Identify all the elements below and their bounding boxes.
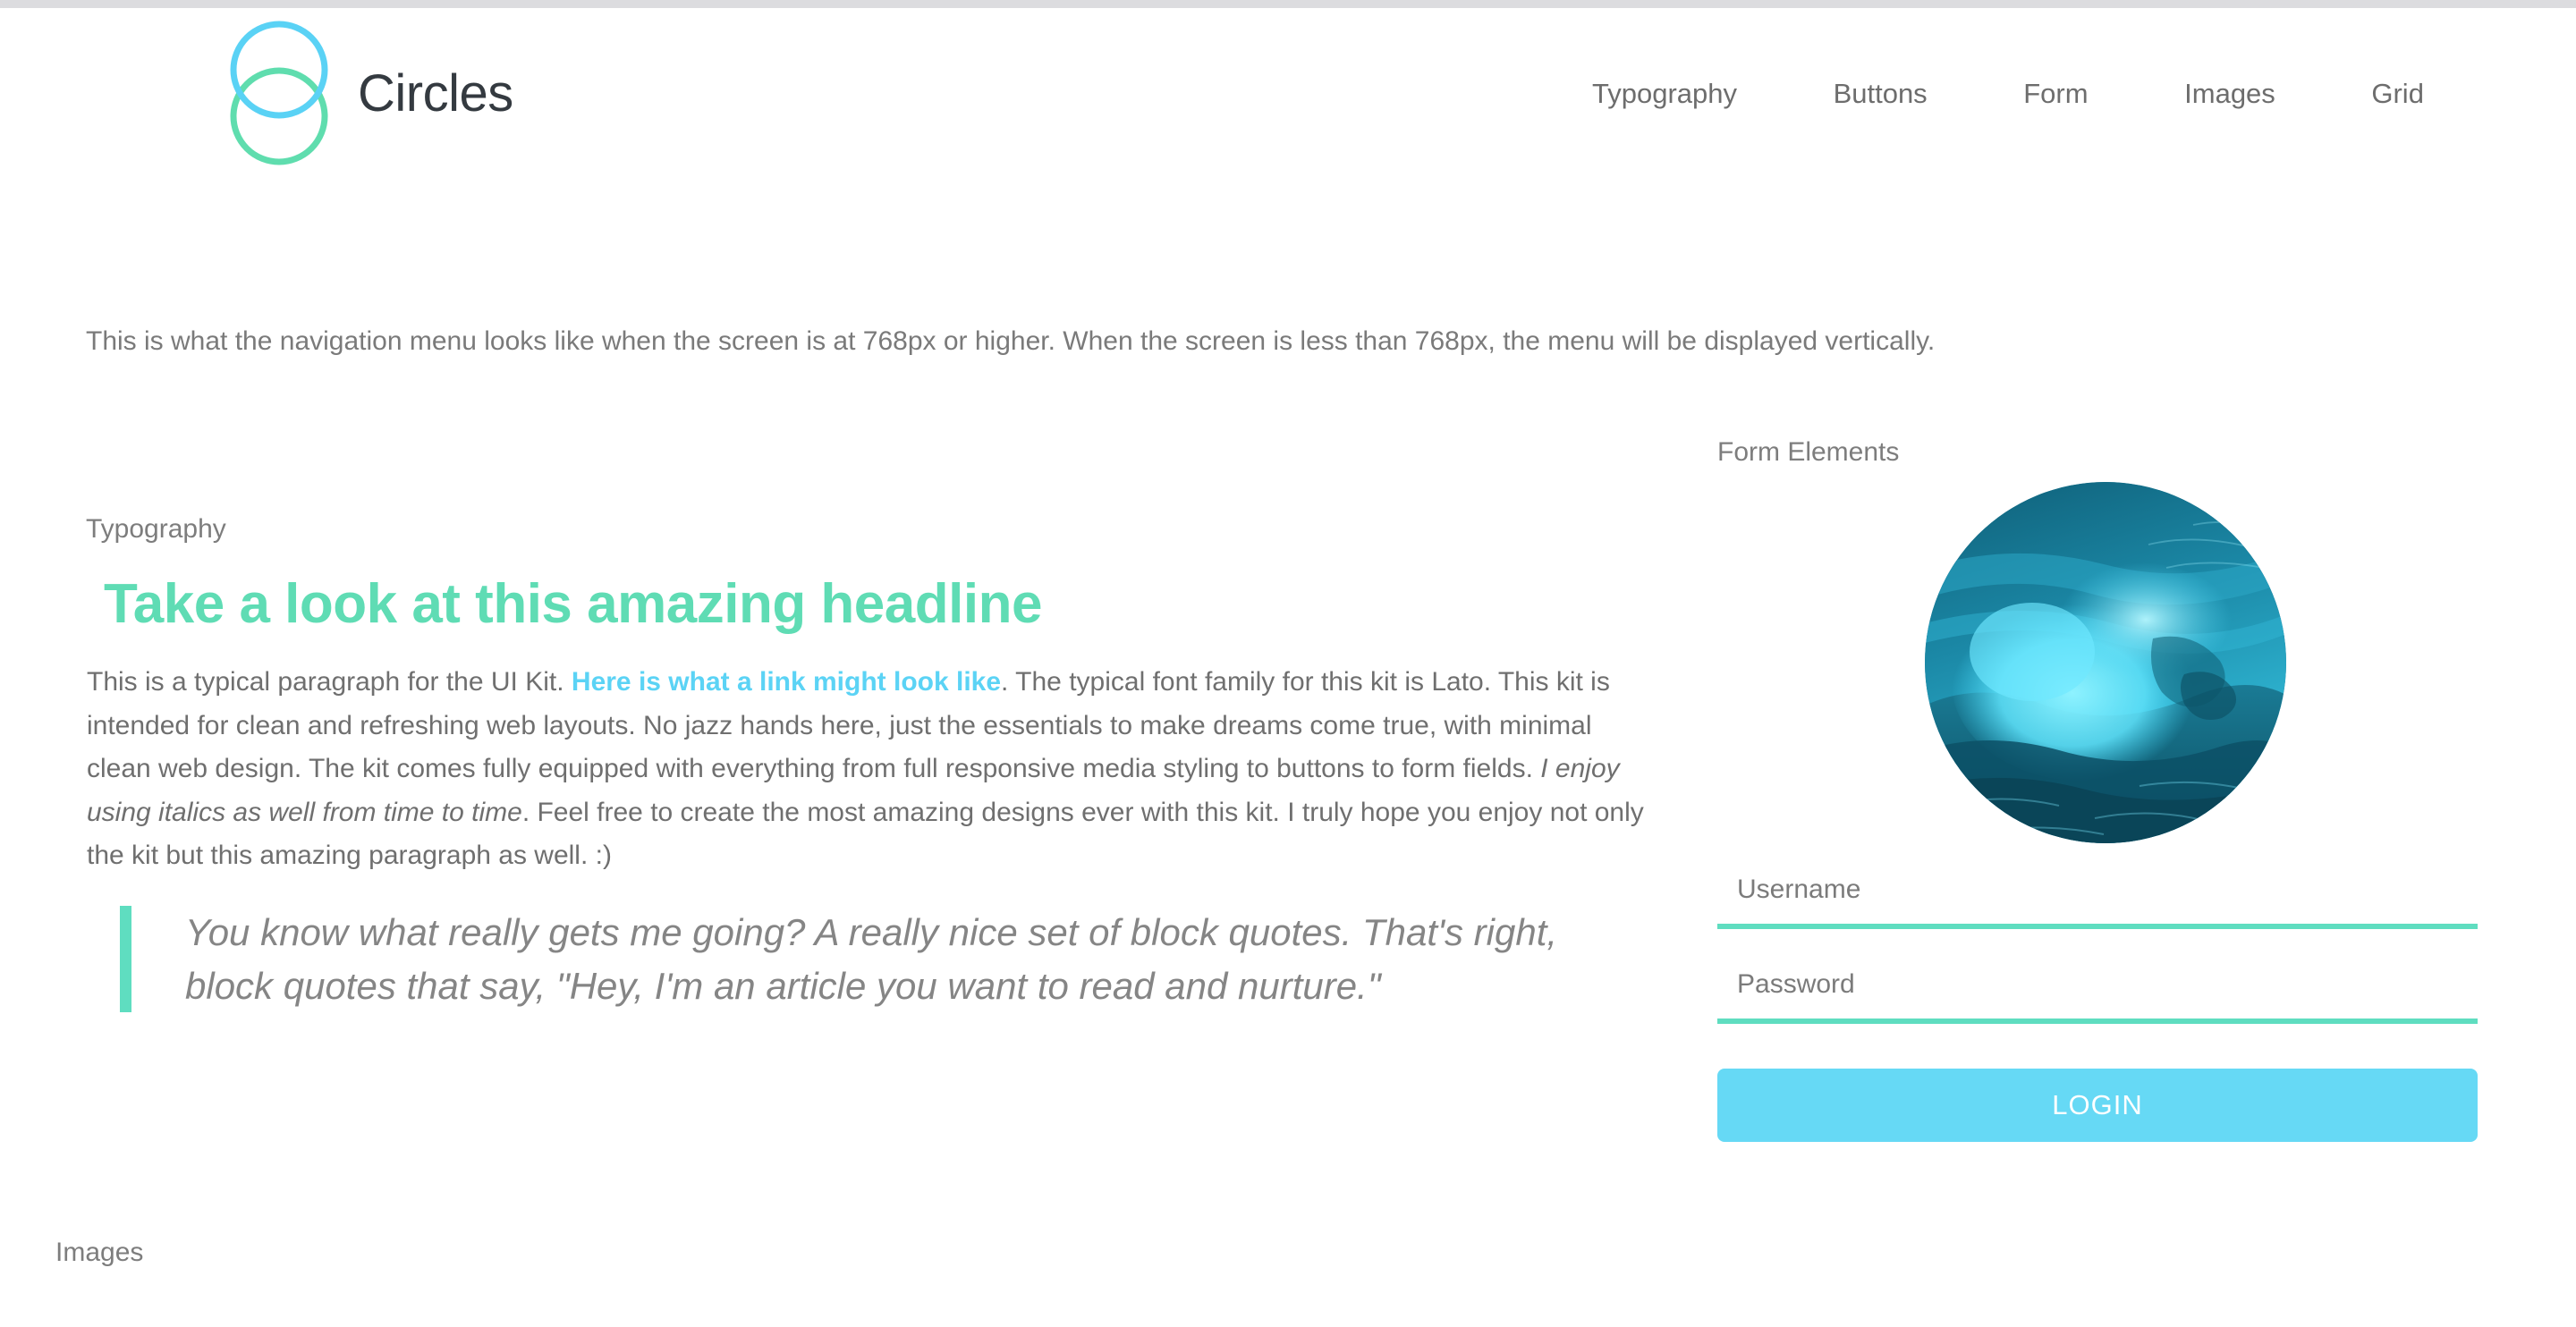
password-input[interactable] <box>1717 959 2478 1024</box>
nav-item-buttons[interactable]: Buttons <box>1834 80 1928 107</box>
typography-paragraph: This is a typical paragraph for the UI K… <box>87 661 1661 878</box>
two-overlapping-circles-icon <box>222 13 336 174</box>
typography-section-label: Typography <box>86 514 226 544</box>
brand-logo-link[interactable]: Circles <box>222 13 513 174</box>
blockquote-text: You know what really gets me going? A re… <box>185 911 1558 1007</box>
password-field-group <box>1717 959 2478 1024</box>
brand-name: Circles <box>358 64 513 123</box>
blockquote: You know what really gets me going? A re… <box>120 906 1640 1013</box>
nav-item-images[interactable]: Images <box>2184 80 2275 107</box>
page-root: Circles Typography Buttons Form Images G… <box>0 10 2576 1327</box>
username-input[interactable] <box>1717 865 2478 929</box>
nav-item-grid[interactable]: Grid <box>2371 80 2424 107</box>
paragraph-part-1: This is a typical paragraph for the UI K… <box>87 667 572 697</box>
sample-link[interactable]: Here is what a link might look like <box>572 667 1001 697</box>
nav-item-typography[interactable]: Typography <box>1592 80 1737 107</box>
nav-item-form[interactable]: Form <box>2023 80 2088 107</box>
form-elements-section: Form Elements Username Password LOGIN <box>1717 437 2478 1142</box>
login-button[interactable]: LOGIN <box>1717 1069 2478 1142</box>
page-headline: Take a look at this amazing headline <box>104 573 1042 635</box>
browser-chrome-edge <box>0 0 2576 8</box>
typography-section: Typography Take a look at this amazing h… <box>86 514 1660 1013</box>
ocean-wave-avatar-image <box>1925 482 2286 843</box>
username-field-group <box>1717 865 2478 929</box>
form-section-label: Form Elements <box>1717 437 1900 467</box>
images-section-label: Images <box>55 1238 144 1267</box>
main-nav: Typography Buttons Form Images Grid <box>1592 80 2424 107</box>
site-header: Circles Typography Buttons Form Images G… <box>0 10 2576 198</box>
intro-note: This is what the navigation menu looks l… <box>86 326 1936 356</box>
